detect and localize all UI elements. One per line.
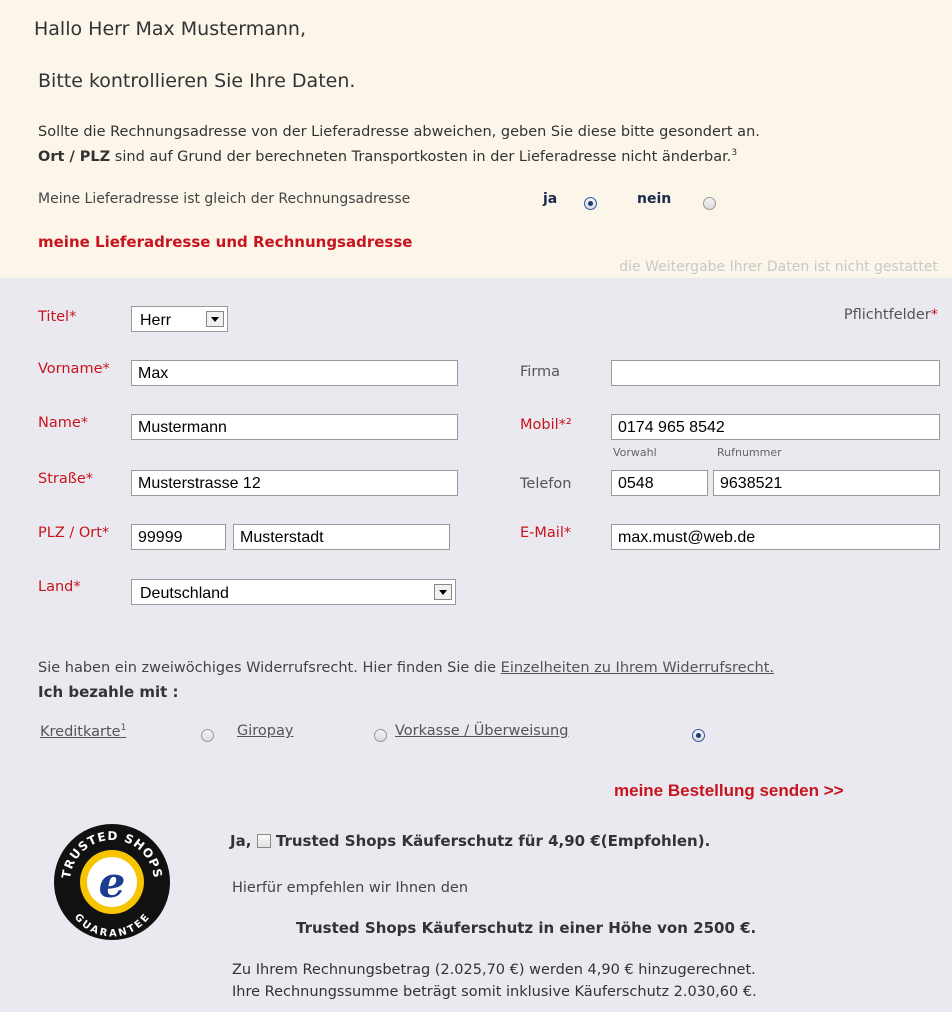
trusted-amount: Trusted Shops Käuferschutz in einer Höhe… <box>296 919 757 937</box>
trusted-details: Zu Ihrem Rechnungsbetrag (2.025,70 €) we… <box>232 959 757 1003</box>
trusted-checkbox[interactable] <box>256 834 271 848</box>
rufnummer-input[interactable]: 9638521 <box>713 470 940 496</box>
firma-input[interactable] <box>611 360 940 386</box>
no-label: nein <box>637 191 672 207</box>
strasse-input[interactable]: Musterstrasse 12 <box>131 470 458 496</box>
plz-ort-label: PLZ / Ort* <box>38 525 110 541</box>
mobil-label: Mobil*² <box>520 417 572 433</box>
widerruf-link[interactable]: Einzelheiten zu Ihrem Widerrufsrecht. <box>501 660 774 676</box>
info-line-2: Ort / PLZ sind auf Grund der berechneten… <box>38 143 760 168</box>
vorwahl-input[interactable]: 0548 <box>611 470 708 496</box>
order-page: Hallo Herr Max Mustermann, Bitte kontrol… <box>0 0 952 1012</box>
titel-label: Titel* <box>38 309 77 325</box>
footnote-1: 1 <box>120 723 127 733</box>
required-star: * <box>930 307 938 323</box>
no-share-note: die Weitergabe Ihrer Daten ist nicht ges… <box>619 259 938 275</box>
trusted-recommend: Hierfür empfehlen wir Ihnen den <box>232 880 469 896</box>
strasse-label: Straße* <box>38 471 94 487</box>
section-title: meine Lieferadresse und Rechnungsadresse <box>38 233 413 251</box>
required-text: Pflichtfelder <box>843 307 931 323</box>
firma-label: Firma <box>520 364 561 380</box>
same-address-no-radio[interactable] <box>703 197 717 210</box>
info-rest: sind auf Grund der berechneten Transport… <box>110 148 732 165</box>
plz-input[interactable]: 99999 <box>131 524 226 550</box>
payment-heading: Ich bezahle mit : <box>38 683 179 701</box>
name-input[interactable]: Mustermann <box>131 414 458 440</box>
titel-value: Herr <box>140 312 172 329</box>
info-text: Sollte die Rechnungsadresse von der Lief… <box>38 122 760 168</box>
email-label: E-Mail* <box>520 525 572 541</box>
widerruf-sentence: Sie haben ein zweiwöchiges Widerrufsrech… <box>38 660 501 676</box>
titel-select[interactable]: Herr <box>131 306 228 332</box>
rufnummer-caption: Rufnummer <box>717 446 782 459</box>
widerruf-text: Sie haben ein zweiwöchiges Widerrufsrech… <box>38 660 774 676</box>
trusted-offer-text: Trusted Shops Käuferschutz für 4,90 €(Em… <box>275 832 711 850</box>
chevron-down-icon[interactable] <box>206 311 224 327</box>
trusted-line-1: Zu Ihrem Rechnungsbetrag (2.025,70 €) we… <box>232 962 756 978</box>
seal-letter: e <box>99 858 126 907</box>
info-bold: Ort / PLZ <box>38 148 111 165</box>
check-data-heading: Bitte kontrollieren Sie Ihre Daten. <box>38 70 356 92</box>
ort-input[interactable]: Musterstadt <box>233 524 450 550</box>
vorname-label: Vorname* <box>38 361 110 377</box>
name-label: Name* <box>38 415 89 431</box>
yes-label: ja <box>543 191 558 207</box>
kreditkarte-label[interactable]: Kreditkarte <box>40 724 121 740</box>
required-note: Pflichtfelder* <box>844 307 938 323</box>
chevron-down-icon[interactable] <box>434 584 452 600</box>
kreditkarte-option[interactable]: Kreditkarte1 <box>40 723 126 740</box>
same-address-question: Meine Lieferadresse ist gleich der Rechn… <box>38 191 411 207</box>
vorname-input[interactable]: Max <box>131 360 458 386</box>
greeting: Hallo Herr Max Mustermann, <box>34 18 307 40</box>
email-input[interactable]: max.must@web.de <box>611 524 940 550</box>
land-select[interactable]: Deutschland <box>131 579 456 605</box>
vorwahl-caption: Vorwahl <box>613 446 657 459</box>
info-line-1: Sollte die Rechnungsadresse von der Lief… <box>38 124 760 140</box>
vorkasse-label[interactable]: Vorkasse / Überweisung <box>395 723 568 739</box>
trusted-ja: Ja, <box>230 832 252 850</box>
footnote-3: 3 <box>731 148 738 158</box>
telefon-label: Telefon <box>520 476 572 492</box>
same-address-yes-radio[interactable] <box>584 197 597 210</box>
trusted-shops-seal-icon: e TRUSTED SHOPS GUARANTEE <box>54 824 170 940</box>
trusted-offer: Ja, Trusted Shops Käuferschutz für 4,90 … <box>230 832 710 850</box>
mobil-input[interactable]: 0174 965 8542 <box>611 414 940 440</box>
trusted-line-2: Ihre Rechnungssumme beträgt somit inklus… <box>232 984 757 1000</box>
send-order-button[interactable]: meine Bestellung senden >> <box>614 781 844 801</box>
giropay-label[interactable]: Giropay <box>237 723 293 739</box>
land-value: Deutschland <box>140 585 229 602</box>
land-label: Land* <box>38 579 81 595</box>
